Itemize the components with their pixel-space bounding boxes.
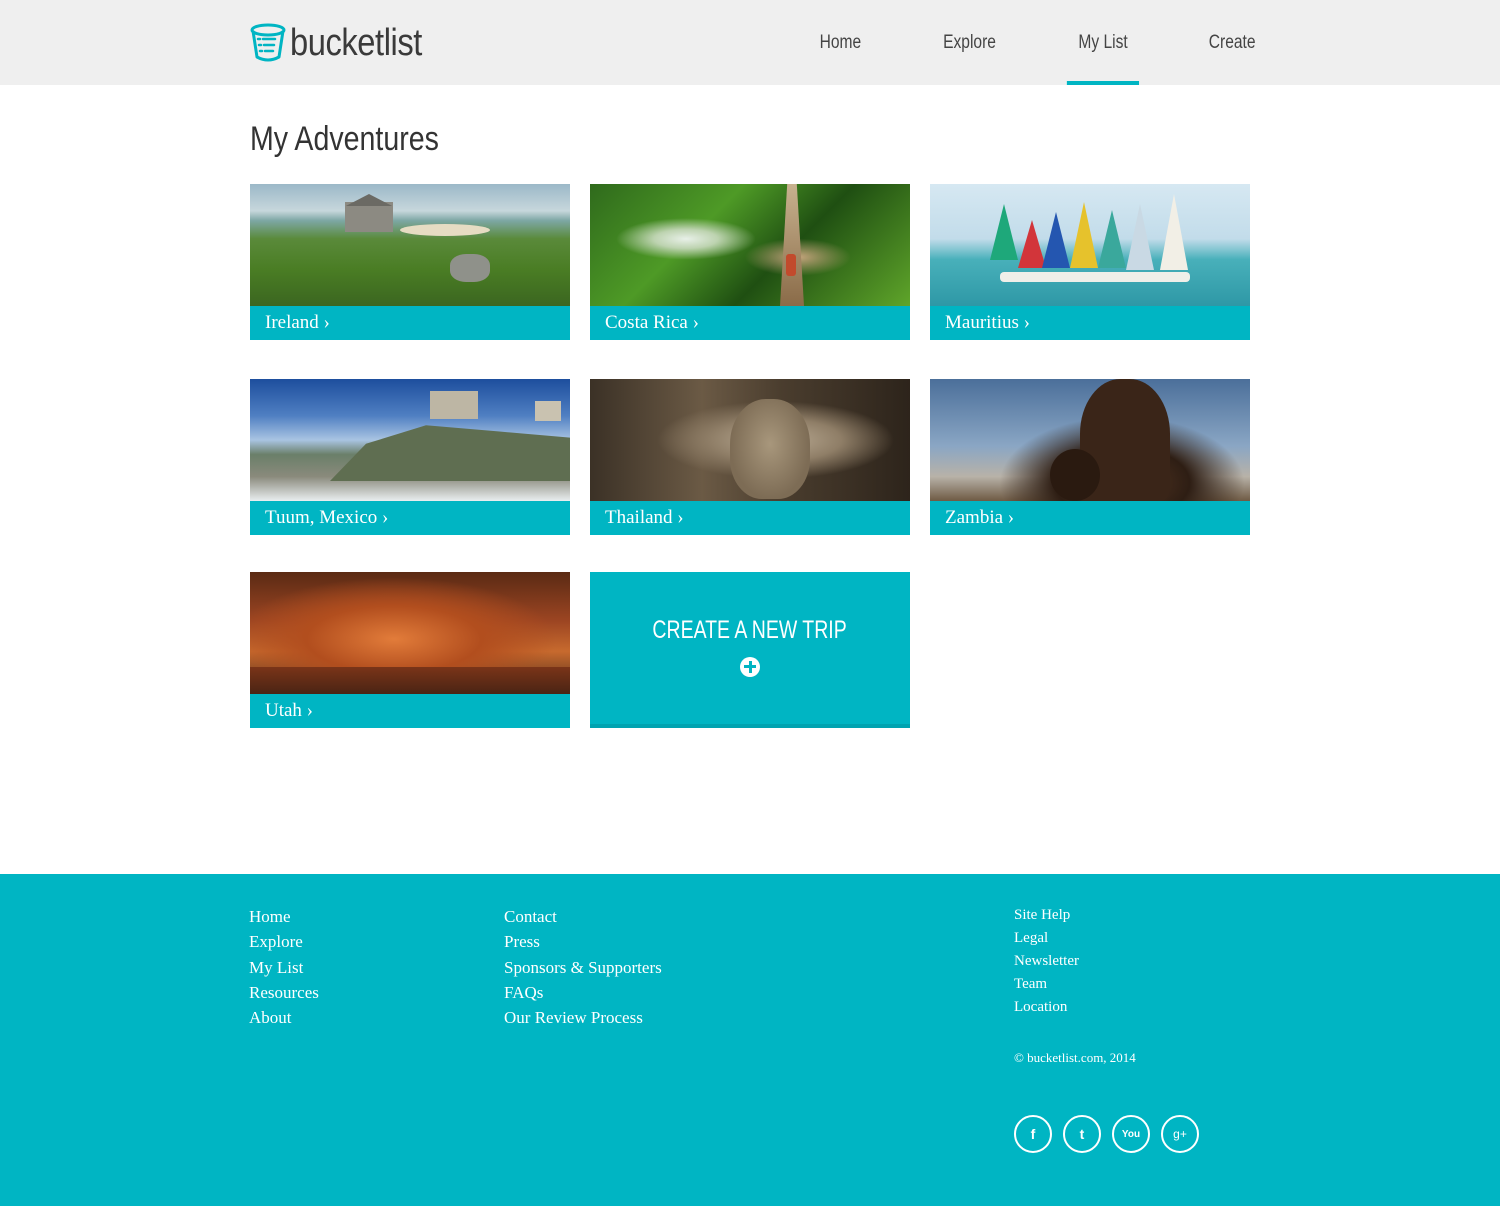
trip-image [590,379,910,501]
trip-card-ireland[interactable]: Ireland › [250,184,570,340]
footer-link-site-help[interactable]: Site Help [1014,904,1079,927]
create-new-trip-label: CREATE A NEW TRIP [652,615,848,644]
footer-link-press[interactable]: Press [504,929,662,954]
trip-image [930,184,1250,306]
trip-label: Mauritius › [930,306,1250,340]
trip-label: Tuum, Mexico › [250,501,570,535]
footer-link-about[interactable]: About [249,1005,319,1030]
trip-image [250,184,570,306]
footer-link-home[interactable]: Home [249,904,319,929]
trip-image [590,184,910,306]
trip-card-thailand[interactable]: Thailand › [590,379,910,535]
nav-my-list[interactable]: My List [1066,0,1140,85]
main-nav: Home Explore My List Create [751,0,1267,85]
footer-link-faqs[interactable]: FAQs [504,980,662,1005]
trip-card-utah[interactable]: Utah › [250,572,570,728]
youtube-icon[interactable]: You [1112,1115,1150,1153]
site-header: bucketlist Home Explore My List Create [0,0,1500,85]
trip-label: Costa Rica › [590,306,910,340]
trip-label: Utah › [250,694,570,728]
footer-link-sponsors[interactable]: Sponsors & Supporters [504,955,662,980]
bucket-icon [250,23,286,62]
footer-link-explore[interactable]: Explore [249,929,319,954]
trip-label: Zambia › [930,501,1250,535]
twitter-icon[interactable]: t [1063,1115,1101,1153]
trip-image [250,379,570,501]
footer-link-location[interactable]: Location [1014,996,1079,1019]
footer-link-contact[interactable]: Contact [504,904,662,929]
footer-link-team[interactable]: Team [1014,973,1079,996]
trip-card-tulum[interactable]: Tuum, Mexico › [250,379,570,535]
site-footer: Home Explore My List Resources About Con… [0,874,1500,1206]
trip-card-costa-rica[interactable]: Costa Rica › [590,184,910,340]
copyright: © bucketlist.com, 2014 [1014,1050,1136,1065]
footer-link-newsletter[interactable]: Newsletter [1014,950,1079,973]
logo[interactable]: bucketlist [250,22,443,64]
logo-text: bucketlist [290,22,422,64]
trip-label: Ireland › [250,306,570,340]
footer-nav-utility: Site Help Legal Newsletter Team Location [1014,904,1079,1019]
footer-nav-primary: Home Explore My List Resources About [249,904,319,1030]
trip-image [930,379,1250,501]
trip-label: Thailand › [590,501,910,535]
trip-image [250,572,570,694]
nav-explore[interactable]: Explore [932,0,1008,85]
footer-link-resources[interactable]: Resources [249,980,319,1005]
facebook-icon[interactable]: f [1014,1115,1052,1153]
google-plus-icon[interactable]: g+ [1161,1115,1199,1153]
footer-nav-secondary: Contact Press Sponsors & Supporters FAQs… [504,904,662,1030]
nav-create[interactable]: Create [1197,0,1267,85]
footer-link-my-list[interactable]: My List [249,955,319,980]
trip-card-zambia[interactable]: Zambia › [930,379,1250,535]
plus-circle-icon [740,656,760,677]
trip-card-mauritius[interactable]: Mauritius › [930,184,1250,340]
nav-home[interactable]: Home [808,0,873,85]
social-links: f t You g+ [1014,1115,1210,1153]
footer-link-review-process[interactable]: Our Review Process [504,1005,662,1030]
page-title: My Adventures [250,120,439,158]
footer-link-legal[interactable]: Legal [1014,927,1079,950]
create-new-trip-button[interactable]: CREATE A NEW TRIP [590,572,910,728]
